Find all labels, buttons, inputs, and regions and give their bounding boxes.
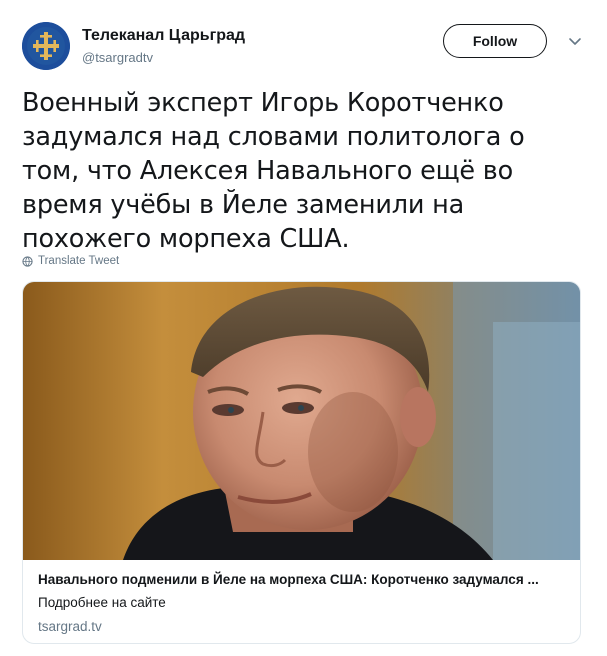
author-display-name[interactable]: Телеканал Царьград <box>82 26 245 46</box>
portrait-photo <box>23 282 580 560</box>
tweet-header: Телеканал Царьград @tsargradtv Follow <box>22 20 592 74</box>
chevron-down-icon[interactable] <box>566 32 584 50</box>
translate-tweet-link[interactable]: Translate Tweet <box>22 253 119 269</box>
card-title: Навального подменили в Йеле на морпеха С… <box>38 572 539 587</box>
card-image[interactable] <box>23 282 580 560</box>
globe-icon <box>22 255 33 267</box>
avatar[interactable] <box>22 22 70 70</box>
author-handle[interactable]: @tsargradtv <box>82 49 245 67</box>
link-preview-card[interactable]: Навального подменили в Йеле на морпеха С… <box>22 281 581 644</box>
follow-button[interactable]: Follow <box>443 24 547 58</box>
card-description: Подробнее на сайте <box>38 595 166 610</box>
card-domain: tsargrad.tv <box>38 619 102 634</box>
card-body: Навального подменили в Йеле на морпеха С… <box>38 571 568 636</box>
tweet-text: Военный эксперт Игорь Коротченко задумал… <box>22 88 525 254</box>
orthodox-cross-logo-icon <box>22 22 70 70</box>
translate-tweet-label: Translate Tweet <box>38 255 120 267</box>
tweet: Телеканал Царьград @tsargradtv Follow Во… <box>0 0 607 656</box>
author-names: Телеканал Царьград @tsargradtv <box>82 26 245 67</box>
